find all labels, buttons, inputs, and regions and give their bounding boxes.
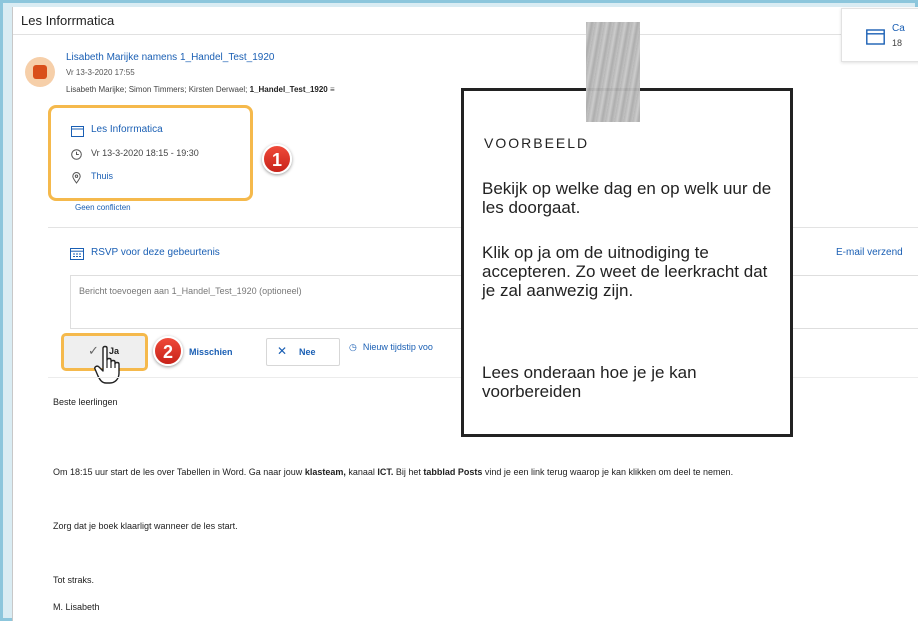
decline-label: Nee [299, 347, 316, 357]
body-reminder: Zorg dat je boek klaarligt wanneer de le… [53, 521, 238, 531]
body-text: Om 18:15 uur start de les over Tabellen … [53, 467, 305, 477]
body-closing: Tot straks. [53, 575, 95, 585]
recipients-list: Lisabeth Marijke; Simon Timmers; Kirsten… [66, 85, 250, 94]
calendar-icon [866, 29, 885, 45]
event-location[interactable]: Thuis [91, 171, 113, 181]
note-paragraph: Bekijk op welke dag en op welk uur de le… [482, 179, 772, 217]
body-text: kanaal [345, 467, 378, 477]
propose-new-time-button[interactable]: ◷ Nieuw tijdstip voo [349, 342, 433, 353]
clock-icon [71, 149, 82, 160]
tape-graphic [586, 22, 640, 122]
body-text: Bij het [393, 467, 424, 477]
body-greeting: Beste leerlingen [53, 397, 118, 407]
body-signature: M. Lisabeth [53, 602, 100, 612]
calendar-card-time: 18 [892, 38, 903, 48]
sent-date: Vr 13-3-2020 17:55 [66, 68, 135, 77]
propose-new-time-label: Nieuw tijdstip voo [362, 342, 433, 352]
recipients-group: 1_Handel_Test_1920 [249, 85, 328, 94]
recipients[interactable]: Lisabeth Marijke; Simon Timmers; Kirsten… [66, 85, 335, 94]
calendar-card-title: Ca [892, 23, 905, 34]
title-bar: Les Inforrmatica [13, 7, 918, 35]
calendar-icon [71, 126, 84, 137]
body-bold: klasteam, [304, 467, 346, 477]
rsvp-title: RSVP voor deze gebeurtenis [91, 247, 220, 258]
step-badge-1: 1 [262, 144, 292, 174]
note-heading: VOORBEELD [484, 135, 590, 151]
step-badge-2: 2 [153, 336, 183, 366]
maybe-button[interactable]: Misschien [181, 341, 261, 365]
conflicts-link[interactable]: Geen conflicten [75, 203, 131, 212]
note-paragraph: Lees onderaan hoe je je kan voorbereiden [482, 363, 697, 401]
sender-avatar[interactable] [25, 57, 55, 87]
email-send-link[interactable]: E-mail verzend [836, 247, 903, 258]
hand-cursor-icon [94, 345, 120, 384]
sender-name[interactable]: Lisabeth Marijke namens 1_Handel_Test_19… [66, 52, 274, 63]
body-bold: tabblad Posts [423, 467, 483, 477]
calendar-check-icon [70, 248, 84, 260]
clock-icon: ◷ [349, 342, 357, 352]
event-title[interactable]: Les Inforrmatica [91, 124, 163, 135]
window-title: Les Inforrmatica [21, 13, 115, 28]
close-icon: ✕ [277, 344, 288, 358]
event-time: Vr 13-3-2020 18:15 - 19:30 [91, 148, 199, 158]
calendar-card[interactable]: Ca 18 [841, 8, 918, 62]
recipients-more: ≡ [327, 85, 335, 94]
note-paragraph: Klik op ja om de uitnodiging te accepter… [482, 243, 768, 300]
body-bold: ICT. [377, 467, 394, 477]
location-pin-icon [72, 172, 81, 184]
example-note: VOORBEELD Bekijk op welke dag en op welk… [461, 88, 793, 437]
body-instructions: Om 18:15 uur start de les over Tabellen … [53, 467, 733, 477]
body-text: vind je een link terug waarop je kan kli… [482, 467, 734, 477]
decline-button[interactable]: ✕ Nee [266, 338, 340, 366]
